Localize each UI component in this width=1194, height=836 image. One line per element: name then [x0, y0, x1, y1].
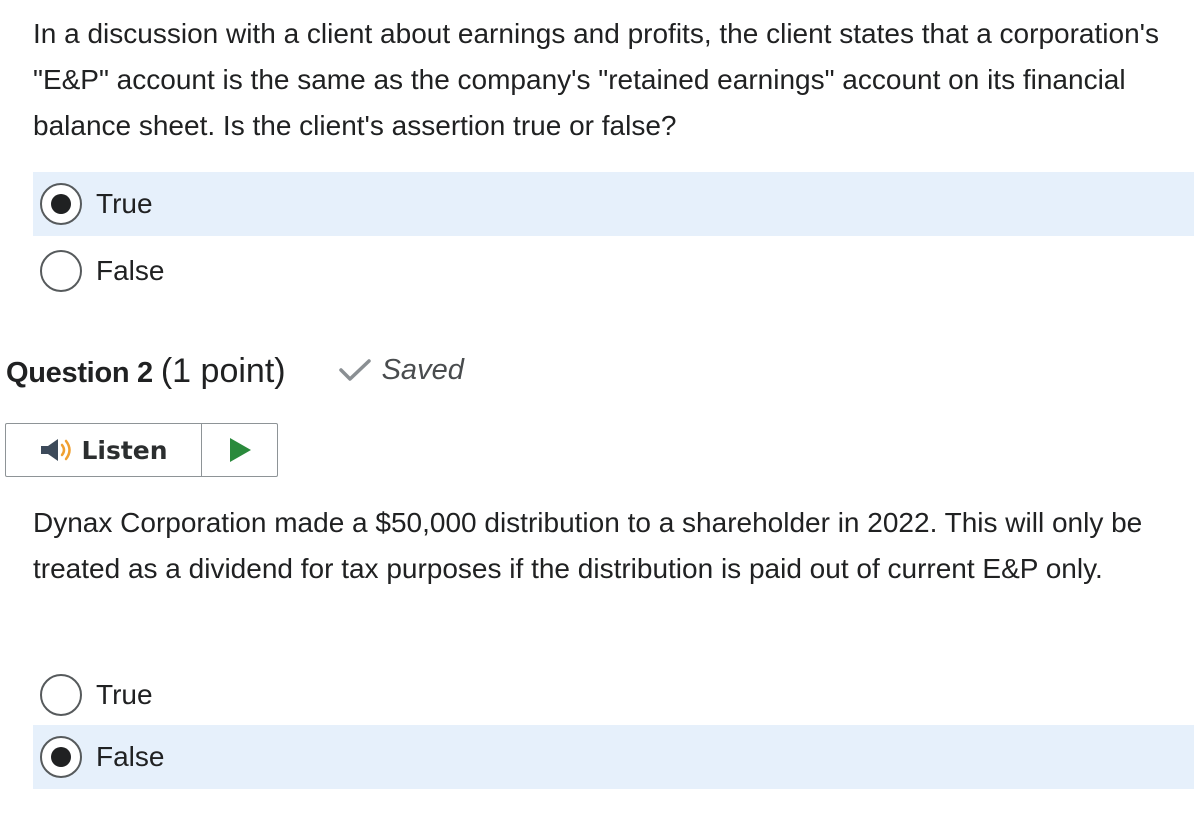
question-number: Question 2	[6, 357, 153, 389]
saved-label: Saved	[381, 353, 464, 386]
play-icon	[229, 438, 251, 462]
quiz-page: In a discussion with a client about earn…	[0, 0, 1194, 836]
radio-button[interactable]	[40, 736, 82, 778]
question-2-option-true[interactable]: True	[33, 663, 1194, 727]
question-2-option-false[interactable]: False	[33, 725, 1194, 789]
radio-button[interactable]	[40, 183, 82, 225]
radio-button[interactable]	[40, 674, 82, 716]
question-points: (1 point)	[160, 352, 286, 390]
question-1-option-true[interactable]: True	[33, 172, 1194, 236]
radio-button[interactable]	[40, 250, 82, 292]
option-label: False	[96, 255, 165, 286]
question-1-text: In a discussion with a client about earn…	[33, 18, 1159, 141]
option-label: True	[96, 679, 153, 710]
listen-widget: Listen	[5, 423, 278, 477]
question-1-option-false[interactable]: False	[33, 239, 1194, 303]
saved-status: Saved	[338, 354, 464, 387]
listen-label: Listen	[81, 435, 168, 465]
radio-selected-dot	[51, 747, 71, 767]
play-button[interactable]	[202, 424, 277, 476]
option-label: False	[96, 741, 165, 772]
radio-selected-dot	[51, 194, 71, 214]
listen-button[interactable]: Listen	[6, 424, 202, 476]
option-label: True	[96, 188, 153, 219]
speaker-icon	[41, 439, 72, 461]
question-2-text: Dynax Corporation made a $50,000 distrib…	[33, 507, 1143, 584]
question-2-header: Question 2 (1 point) Saved	[6, 352, 464, 402]
check-icon	[338, 359, 371, 381]
